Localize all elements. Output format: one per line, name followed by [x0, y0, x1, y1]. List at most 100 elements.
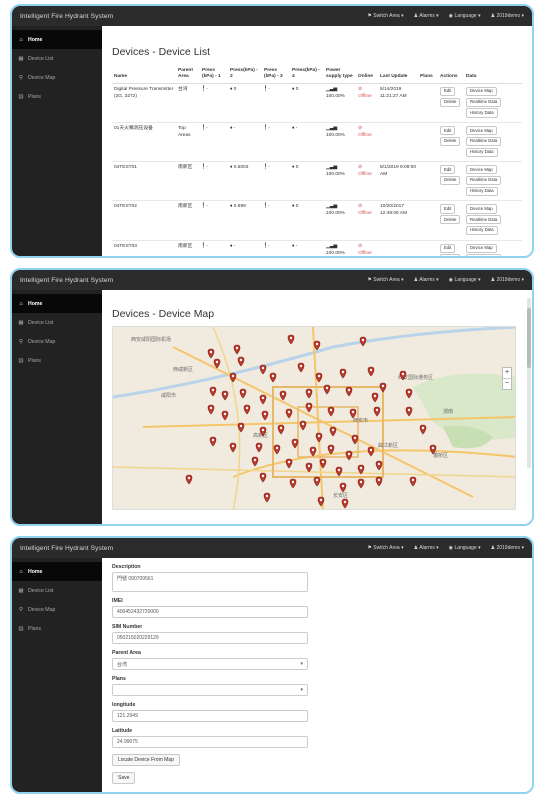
cell-actions: EditDelete [438, 200, 464, 241]
offline-icon: ⊘ [358, 243, 363, 249]
scrollbar-thumb[interactable] [527, 308, 531, 368]
pressure-icon: ╿ [202, 165, 205, 171]
sidebar-item-home[interactable]: ⌂ Home [12, 30, 102, 49]
delete-button[interactable]: Delete [440, 254, 461, 256]
delete-button[interactable]: Delete [440, 175, 461, 186]
edit-button[interactable]: Edit [440, 165, 456, 175]
offline-icon: ⊘ [358, 204, 363, 210]
locate-device-button[interactable]: Locate Device From Map [112, 754, 180, 766]
device-form: Description 門號 090709561 IMEI 4004524327… [102, 558, 532, 792]
cell-press-1: ╿ - [200, 161, 228, 201]
description-field[interactable]: 門號 090709561 [112, 572, 308, 592]
user-menu[interactable]: ♟ 2019demo ▾ [491, 277, 524, 283]
language-menu[interactable]: ◉ Language ▾ [449, 13, 481, 19]
zoom-out-button[interactable]: − [503, 379, 511, 389]
brand-title[interactable]: Intelligent Fire Hydrant System [20, 277, 113, 284]
language-menu[interactable]: ◉ Language ▾ [449, 545, 481, 551]
page-scrollbar[interactable] [527, 298, 531, 468]
switch-area-menu[interactable]: ⚑ Switch Area ▾ [367, 545, 403, 551]
parent-area: 南新区 [178, 165, 193, 171]
device-name[interactable]: 04TEST02 [114, 204, 137, 209]
user-menu[interactable]: ♟ 2019demo ▾ [491, 13, 524, 19]
sidebar-item-home[interactable]: ⌂ Home [12, 562, 102, 581]
device-name[interactable]: 04TEST01 [114, 165, 137, 170]
map-canvas[interactable]: 西安咸阳国际机场西咸新区咸阳市西安市渭南西安国际港务区曲江新区长安区高新区灞桥区 [113, 327, 516, 510]
sidebar-item-plans[interactable]: ▥ Plans [12, 619, 102, 638]
sidebar-item-device-map[interactable]: ⚲ Device Map [12, 332, 102, 351]
imei-field[interactable]: 400452432720000 [112, 606, 308, 618]
history-data-button[interactable]: History Data [466, 225, 498, 236]
online-status: Offline [358, 133, 372, 139]
user-menu[interactable]: ♟ 2019demo ▾ [491, 545, 524, 551]
power-value: 100.00% [326, 93, 345, 99]
offline-icon: ⊘ [358, 126, 363, 132]
plans-select[interactable]: ▾ [112, 684, 308, 696]
history-data-button[interactable]: History Data [466, 186, 498, 196]
press-2-value: - [233, 243, 236, 249]
device-name[interactable]: 01天火嘴测压设备 [114, 126, 153, 131]
cell-press-4: ♦ 0 [290, 82, 324, 123]
sidebar-item-plans[interactable]: ▥ Plans [12, 351, 102, 370]
brand-title[interactable]: Intelligent Fire Hydrant System [20, 545, 113, 552]
sidebar-item-home[interactable]: ⌂ Home [12, 294, 102, 313]
pressure-icon: ╿ [202, 243, 205, 249]
device-map-button[interactable]: Device Map [466, 86, 497, 97]
delete-button[interactable]: Delete [440, 215, 461, 225]
top-navbar: Intelligent Fire Hydrant System ⚑ Switch… [12, 6, 532, 26]
realtime-data-button[interactable]: Realtime Data [466, 215, 502, 225]
sidebar-item-device-list[interactable]: ▦ Device List [12, 49, 102, 68]
drop-icon: ♦ [292, 126, 295, 132]
realtime-data-button[interactable]: Realtime Data [466, 175, 502, 186]
sidebar-item-plans[interactable]: ▥ Plans [12, 87, 102, 106]
col-parent-area: Parent Area [176, 66, 200, 84]
alarms-menu[interactable]: ♟ Alarms ▾ [414, 545, 439, 551]
delete-button[interactable]: Delete [440, 136, 461, 147]
device-map[interactable]: 西安咸阳国际机场 西咸新区 咸阳市 西安市 渭南 西安国际港务区 曲江新区 长安区 高新区 灞桥区… [112, 326, 516, 510]
edit-button[interactable]: Edit [440, 126, 456, 136]
home-icon: ⌂ [19, 36, 23, 43]
parent-area-select[interactable]: 台湾 ▾ [112, 658, 308, 670]
save-button[interactable]: Save [112, 772, 136, 784]
cell-press-4: ♦ 0 [290, 161, 324, 201]
sidebar-item-device-list[interactable]: ▦ Device List [12, 313, 102, 332]
history-data-button[interactable]: History Data [466, 147, 498, 157]
edit-button[interactable]: Edit [440, 204, 456, 214]
device-map-button[interactable]: Device Map [466, 165, 497, 175]
edit-button[interactable]: Edit [440, 86, 456, 97]
table-row: 04TEST03 南新区 ╿ - ♦ - ╿ - ♦ - ▁▃▅ 100.00% ⊘ Offlin… [112, 239, 522, 256]
delete-button[interactable]: Delete [440, 97, 461, 107]
switch-area-menu[interactable]: ⚑ Switch Area ▾ [367, 13, 403, 19]
home-icon: ⌂ [19, 568, 23, 575]
switch-area-menu[interactable]: ⚑ Switch Area ▾ [367, 277, 403, 283]
cell-online: ⊘ Offline [356, 200, 378, 241]
latitude-field[interactable]: 24.99075 [112, 736, 308, 748]
brand-title[interactable]: Intelligent Fire Hydrant System [20, 13, 113, 20]
edit-button[interactable]: Edit [440, 243, 456, 253]
press-1-value: - [206, 204, 208, 210]
device-map-button[interactable]: Device Map [466, 126, 497, 136]
device-name[interactable]: 04TEST03 [114, 244, 137, 249]
realtime-data-button[interactable]: Realtime Data [466, 254, 502, 256]
longitude-field[interactable]: 121.2949 [112, 710, 308, 722]
device-map-button[interactable]: Device Map [466, 243, 497, 253]
cell-press-1: ╿ - [200, 239, 228, 256]
alarms-menu[interactable]: ♟ Alarms ▾ [414, 277, 439, 283]
sidebar-item-device-map[interactable]: ⚲ Device Map [12, 68, 102, 87]
history-data-button[interactable]: History Data [466, 108, 498, 118]
cell-online: ⊘ Offline [356, 239, 378, 256]
map-place-label: 曲江新区 [378, 442, 398, 449]
power-value: 100.00% [326, 133, 345, 139]
sidebar-item-device-list[interactable]: ▦ Device List [12, 581, 102, 600]
sidebar-item-device-map[interactable]: ⚲ Device Map [12, 600, 102, 619]
language-menu[interactable]: ◉ Language ▾ [449, 277, 481, 283]
cell-press-3: ╿ - [262, 239, 290, 256]
press-2-value: - [233, 126, 236, 132]
device-name[interactable]: Digital Pressure Transmitter (2G, 3272) [114, 87, 173, 99]
device-map-button[interactable]: Device Map [466, 204, 497, 214]
sim-number-field[interactable]: 050215020229129 [112, 632, 308, 644]
zoom-in-button[interactable]: + [503, 368, 511, 379]
realtime-data-button[interactable]: Realtime Data [466, 97, 502, 107]
alarms-menu[interactable]: ♟ Alarms ▾ [414, 13, 439, 19]
map-place-label: 咸阳市 [161, 392, 176, 399]
realtime-data-button[interactable]: Realtime Data [466, 136, 502, 147]
